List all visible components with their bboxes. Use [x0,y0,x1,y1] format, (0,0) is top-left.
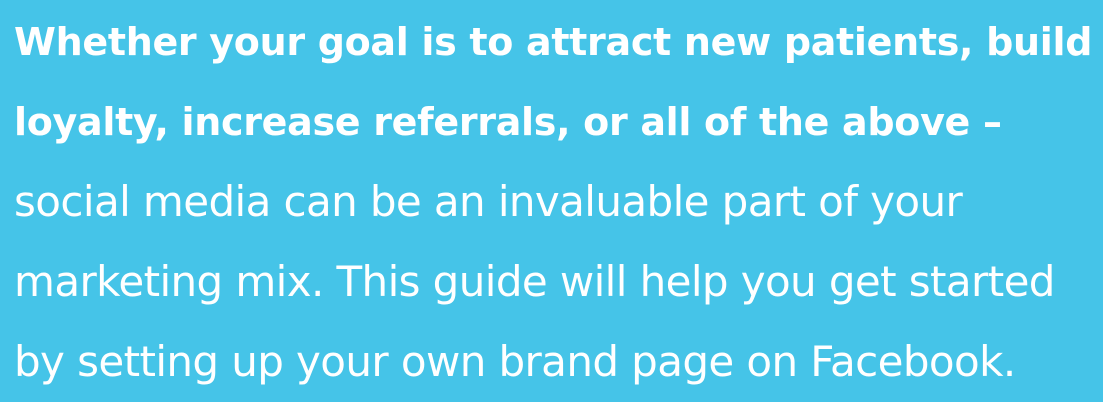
intro-paragraph: Whether your goal is to attract new pati… [14,2,1099,402]
intro-line-2: loyalty, increase referrals, or all of t… [14,100,1002,144]
intro-line-3: social media can be an invaluable part o… [14,177,963,226]
intro-line-1: Whether your goal is to attract new pati… [14,20,1093,64]
intro-line-4: marketing mix. This guide will help you … [14,257,1055,306]
intro-line-5: by setting up your own brand page on Fac… [14,337,1016,386]
intro-panel: Whether your goal is to attract new pati… [0,0,1103,401]
